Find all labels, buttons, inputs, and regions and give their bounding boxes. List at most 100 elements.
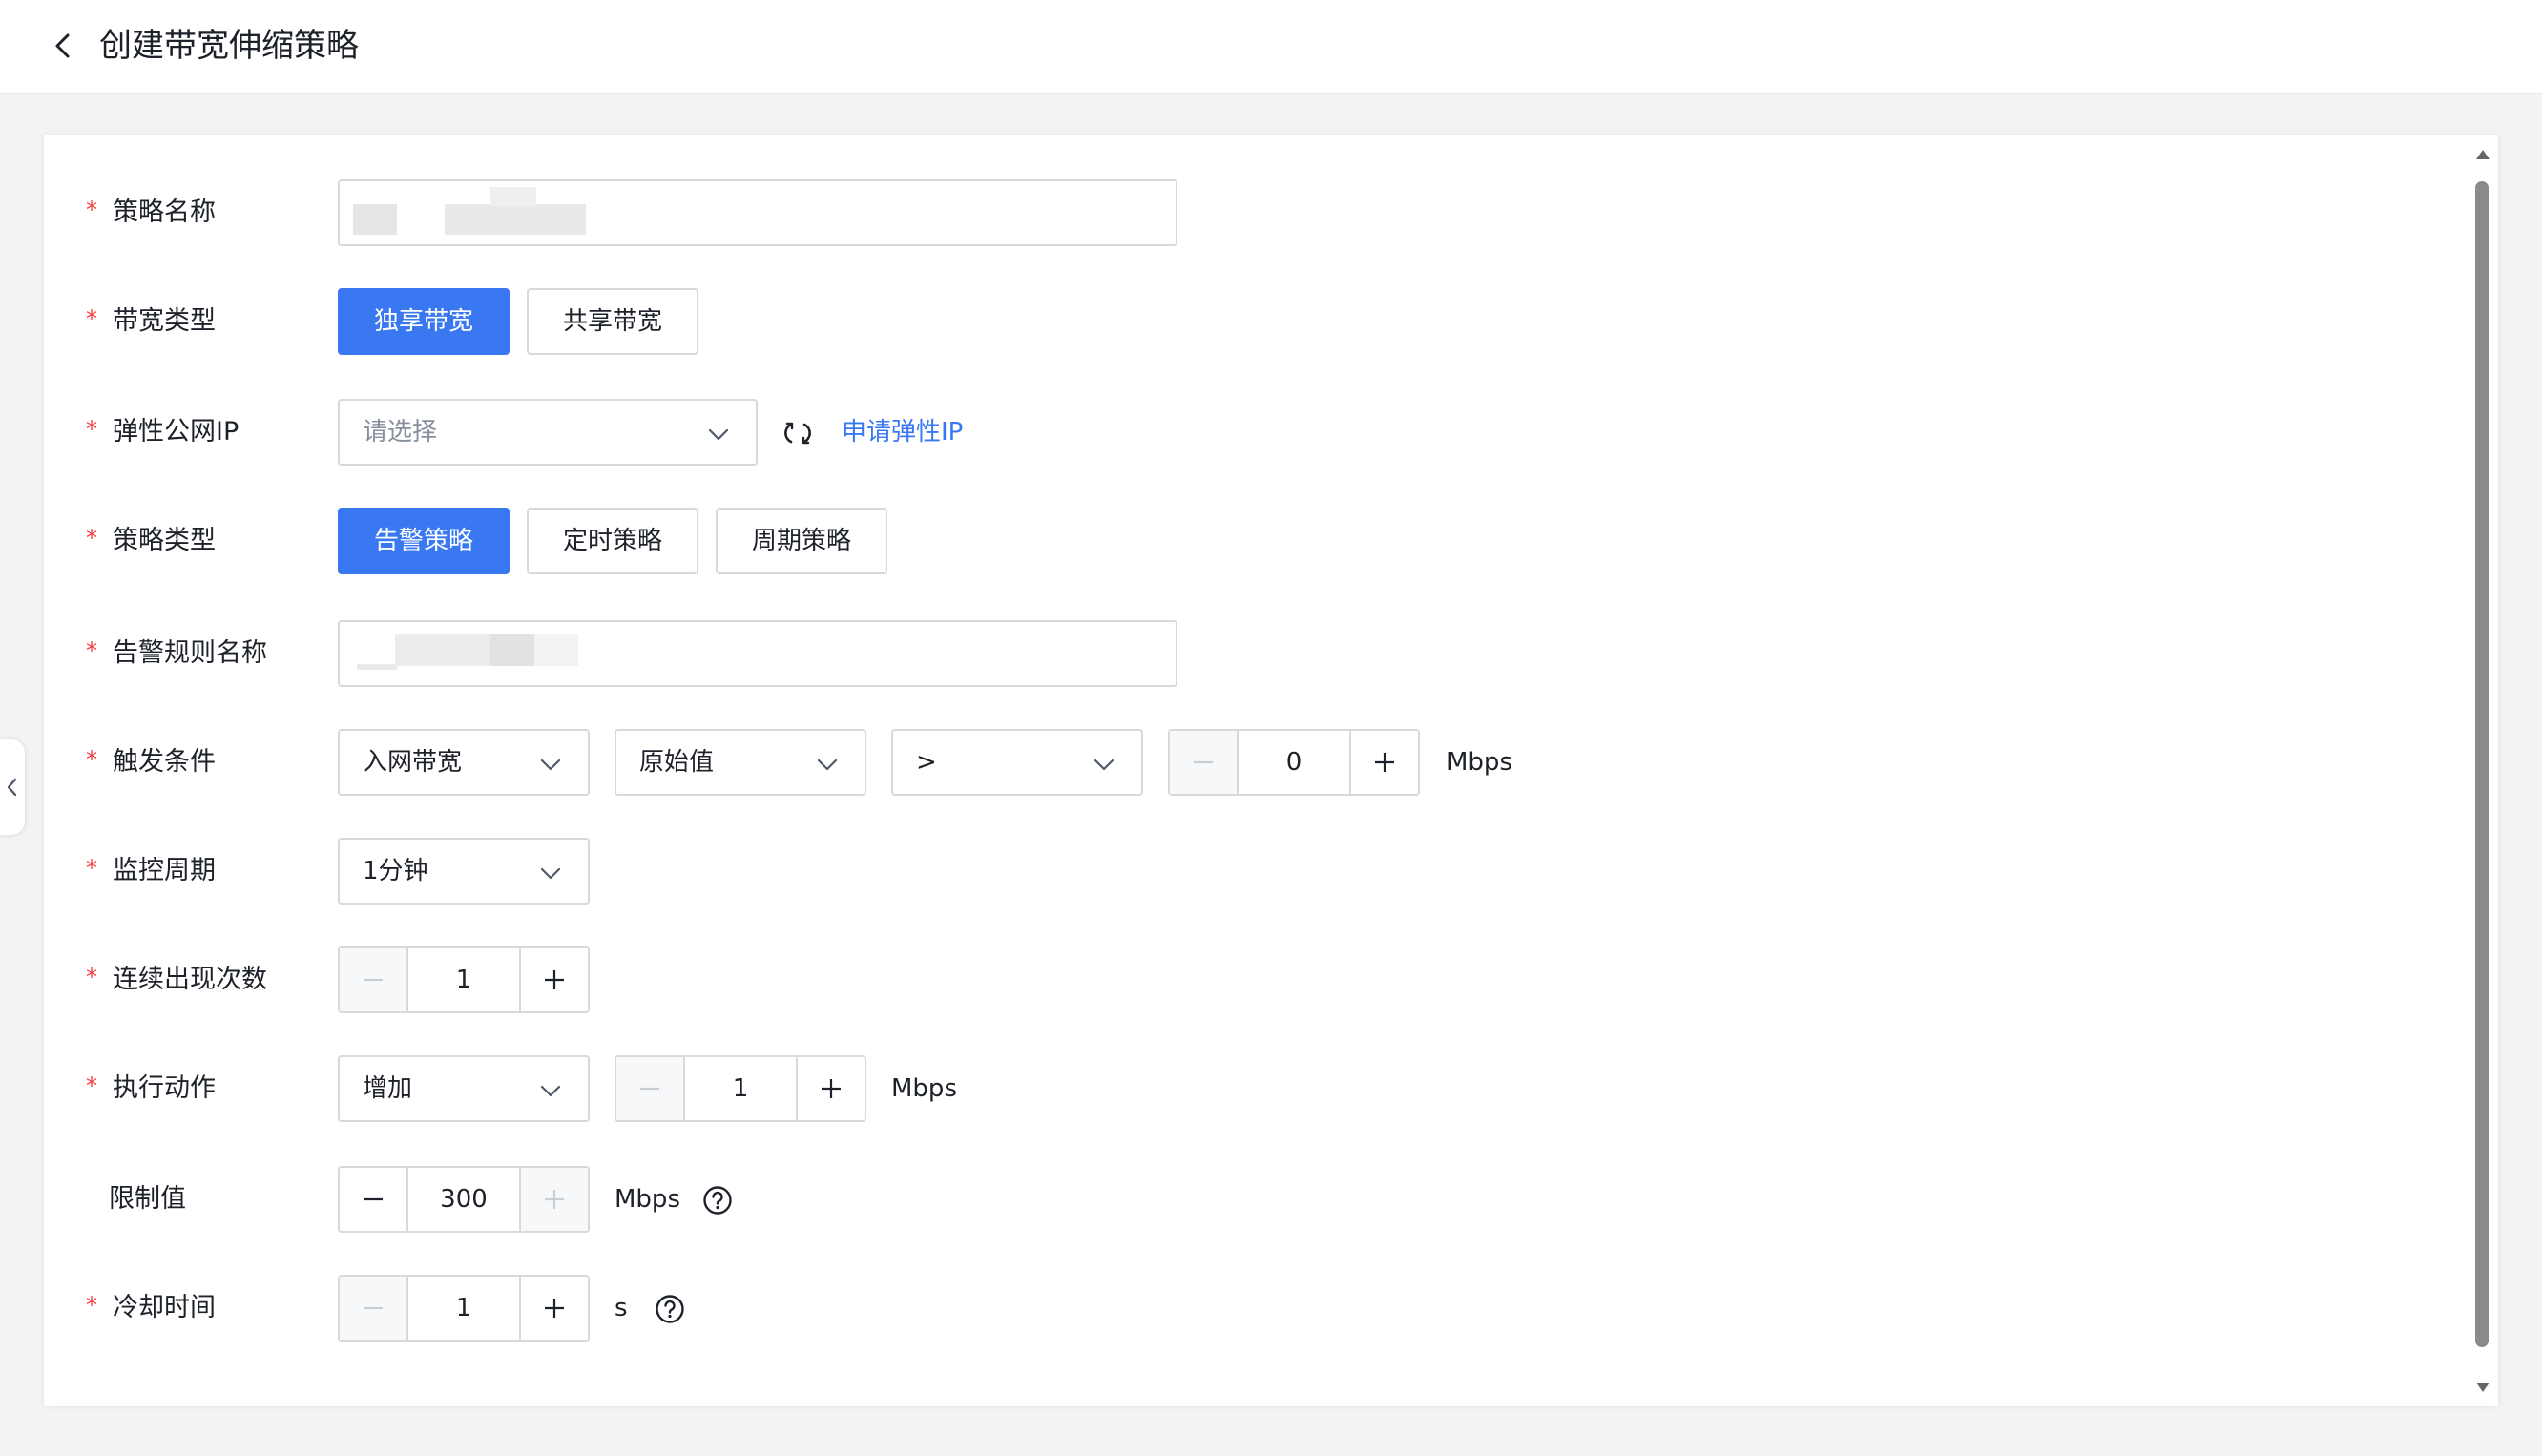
row-eip: * 弹性公网IP 请选择 申请弹性IP bbox=[44, 399, 2429, 466]
action-value-stepper[interactable]: 1 bbox=[615, 1055, 866, 1122]
monitor-period-value: 1分钟 bbox=[363, 857, 428, 885]
scroll-down-arrow-icon[interactable] bbox=[2475, 1382, 2490, 1393]
limit-stepper[interactable]: 300 bbox=[338, 1166, 590, 1233]
trigger-stat-value: 原始值 bbox=[639, 748, 715, 777]
trigger-value-stepper[interactable]: 0 bbox=[1168, 729, 1420, 796]
consecutive-label: * 连续出现次数 bbox=[86, 964, 267, 994]
row-policy-type: * 策略类型 告警策略 定时策略 周期策略 bbox=[44, 508, 2429, 574]
limit-unit: Mbps bbox=[615, 1185, 680, 1214]
row-alarm-rule-name: * 告警规则名称 bbox=[44, 620, 2429, 687]
eip-select-placeholder: 请选择 bbox=[363, 418, 438, 447]
plus-icon bbox=[545, 1299, 564, 1318]
eip-label: * 弹性公网IP bbox=[86, 416, 240, 447]
cooldown-label: * 冷却时间 bbox=[86, 1292, 216, 1322]
action-label: * 执行动作 bbox=[86, 1072, 216, 1103]
required-mark: * bbox=[86, 1072, 97, 1099]
bandwidth-type-label: * 带宽类型 bbox=[86, 305, 216, 336]
increment-button[interactable] bbox=[796, 1057, 865, 1120]
action-value[interactable]: 1 bbox=[685, 1057, 796, 1120]
decrement-button[interactable] bbox=[340, 1277, 408, 1340]
decrement-button[interactable] bbox=[1170, 731, 1239, 794]
decrement-button[interactable] bbox=[340, 1168, 408, 1231]
scrollbar-thumb[interactable] bbox=[2475, 181, 2489, 1347]
action-type-value: 增加 bbox=[363, 1074, 413, 1103]
exclusive-bandwidth-button[interactable]: 独享带宽 bbox=[338, 288, 510, 355]
cooldown-unit: s bbox=[615, 1294, 628, 1322]
row-cooldown: * 冷却时间 1 s bbox=[44, 1275, 2429, 1342]
chevron-down-icon bbox=[540, 867, 561, 880]
limit-label: 限制值 bbox=[109, 1184, 186, 1214]
monitor-period-label: * 监控周期 bbox=[86, 855, 216, 885]
redacted-text bbox=[445, 204, 586, 235]
chevron-down-icon bbox=[540, 1085, 561, 1097]
chevron-left-icon bbox=[7, 778, 17, 797]
row-trigger: * 触发条件 入网带宽 原始值 > 0 Mbps bbox=[44, 729, 2429, 796]
row-policy-name: * 策略名称 bbox=[44, 179, 2429, 246]
chevron-down-icon bbox=[540, 759, 561, 771]
required-mark: * bbox=[86, 305, 97, 332]
required-mark: * bbox=[86, 525, 97, 551]
required-mark: * bbox=[86, 197, 97, 223]
alarm-policy-button[interactable]: 告警策略 bbox=[338, 508, 510, 574]
required-mark: * bbox=[86, 1292, 97, 1319]
help-circle-icon[interactable] bbox=[702, 1185, 733, 1216]
required-mark: * bbox=[86, 637, 97, 664]
policy-type-label: * 策略类型 bbox=[86, 525, 216, 555]
cooldown-value[interactable]: 1 bbox=[408, 1277, 519, 1340]
apply-eip-link[interactable]: 申请弹性IP bbox=[842, 399, 963, 466]
required-mark: * bbox=[86, 416, 97, 443]
help-circle-icon[interactable] bbox=[655, 1294, 685, 1324]
alarm-rule-name-input[interactable] bbox=[338, 620, 1177, 687]
alarm-rule-name-label: * 告警规则名称 bbox=[86, 637, 267, 668]
consecutive-value[interactable]: 1 bbox=[408, 948, 519, 1011]
redacted-text bbox=[395, 634, 490, 666]
increment-button[interactable] bbox=[519, 1168, 588, 1231]
shared-bandwidth-button[interactable]: 共享带宽 bbox=[527, 288, 698, 355]
policy-name-label: * 策略名称 bbox=[86, 197, 216, 227]
action-unit: Mbps bbox=[891, 1074, 957, 1103]
trigger-unit: Mbps bbox=[1447, 748, 1512, 777]
policy-name-input[interactable] bbox=[338, 179, 1177, 246]
minus-icon bbox=[640, 1087, 659, 1091]
minus-icon bbox=[364, 1197, 383, 1201]
row-monitor-period: * 监控周期 1分钟 bbox=[44, 838, 2429, 905]
refresh-icon[interactable] bbox=[782, 418, 813, 448]
plus-icon bbox=[1375, 753, 1394, 772]
plus-icon bbox=[822, 1079, 841, 1098]
trigger-metric-select[interactable]: 入网带宽 bbox=[338, 729, 590, 796]
trigger-label: * 触发条件 bbox=[86, 746, 216, 777]
monitor-period-select[interactable]: 1分钟 bbox=[338, 838, 590, 905]
action-type-select[interactable]: 增加 bbox=[338, 1055, 590, 1122]
periodic-policy-button[interactable]: 周期策略 bbox=[716, 508, 887, 574]
redacted-text bbox=[534, 634, 578, 666]
cooldown-stepper[interactable]: 1 bbox=[338, 1275, 590, 1342]
trigger-stat-select[interactable]: 原始值 bbox=[615, 729, 866, 796]
limit-value[interactable]: 300 bbox=[408, 1168, 519, 1231]
eip-select[interactable]: 请选择 bbox=[338, 399, 758, 466]
row-bandwidth-type: * 带宽类型 独享带宽 共享带宽 bbox=[44, 288, 2429, 355]
increment-button[interactable] bbox=[519, 948, 588, 1011]
vertical-scrollbar[interactable] bbox=[2469, 135, 2498, 1406]
redacted-text bbox=[490, 187, 536, 206]
decrement-button[interactable] bbox=[616, 1057, 685, 1120]
sidebar-collapse-toggle[interactable] bbox=[0, 739, 25, 835]
trigger-operator-select[interactable]: > bbox=[891, 729, 1143, 796]
consecutive-stepper[interactable]: 1 bbox=[338, 946, 590, 1013]
redacted-text bbox=[357, 664, 397, 670]
chevron-down-icon bbox=[1094, 759, 1115, 771]
decrement-button[interactable] bbox=[340, 948, 408, 1011]
required-mark: * bbox=[86, 855, 97, 882]
page-title: 创建带宽伸缩策略 bbox=[99, 27, 359, 65]
scroll-up-arrow-icon[interactable] bbox=[2475, 149, 2490, 160]
required-mark: * bbox=[86, 746, 97, 773]
plus-icon bbox=[545, 970, 564, 989]
increment-button[interactable] bbox=[519, 1277, 588, 1340]
increment-button[interactable] bbox=[1349, 731, 1418, 794]
minus-icon bbox=[364, 1306, 383, 1310]
back-arrow-icon[interactable] bbox=[46, 29, 80, 63]
form-card: * 策略名称 * 带宽类型 独享带宽 共享带宽 * 弹性公网IP 请选择 申请弹性IP… bbox=[44, 135, 2498, 1406]
required-mark: * bbox=[86, 964, 97, 990]
trigger-value[interactable]: 0 bbox=[1239, 731, 1349, 794]
scheduled-policy-button[interactable]: 定时策略 bbox=[527, 508, 698, 574]
plus-icon bbox=[545, 1190, 564, 1209]
